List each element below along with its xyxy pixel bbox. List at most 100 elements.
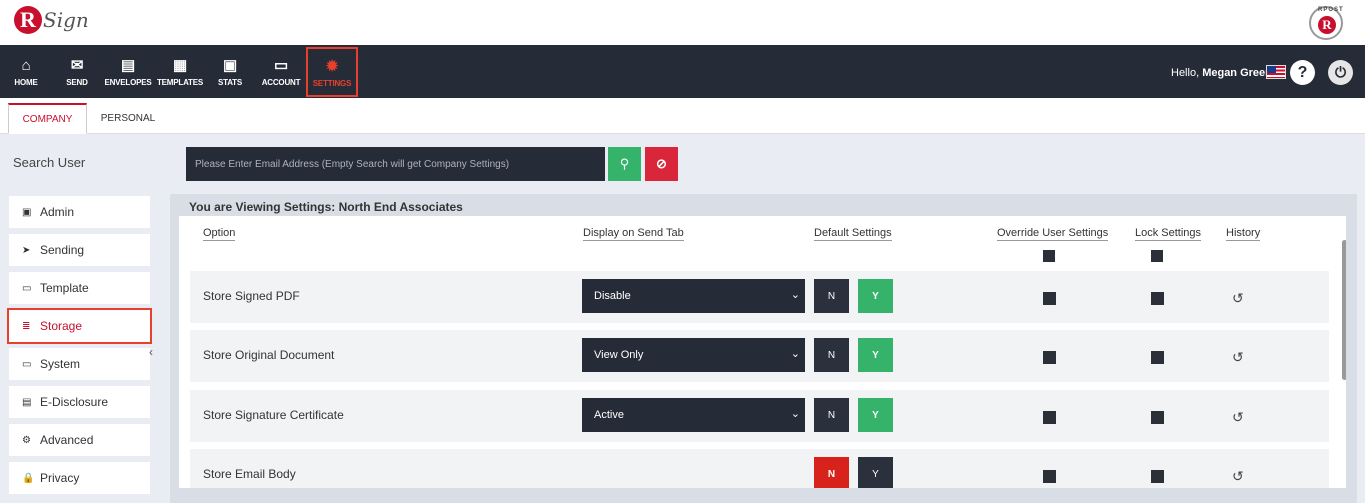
chevron-left-icon[interactable]: ‹ [149,345,153,359]
tab-personal[interactable]: PERSONAL [88,103,168,134]
override-checkbox[interactable] [1043,411,1056,424]
select-value: Active [594,409,624,421]
display-select[interactable]: Disable ⌄ [582,279,805,313]
default-y-button[interactable]: Y [858,398,893,432]
chevron-down-icon: ⌄ [790,348,800,360]
document-icon: ▤ [22,396,32,408]
logout-button[interactable]: ⏻ [1328,60,1353,85]
override-checkbox[interactable] [1043,292,1056,305]
nav-templates-label: TEMPLATES [156,78,204,87]
row-label: Store Email Body [203,467,296,481]
monitor-icon: ▭ [22,358,32,370]
lock-checkbox[interactable] [1151,351,1164,364]
override-checkbox[interactable] [1043,470,1056,483]
nav-settings-label: SETTINGS [312,78,352,88]
nav-send[interactable]: ✉ SEND [63,45,91,98]
display-select[interactable]: View Only ⌄ [582,338,805,372]
header-option: Option [203,227,236,241]
templates-icon: ▦ [173,57,187,74]
lock-checkbox[interactable] [1151,470,1164,483]
gear-icon: ✹ [325,57,339,75]
nav-settings[interactable]: ✹ SETTINGS [306,47,358,97]
panel-title: You are Viewing Settings: North End Asso… [189,200,463,214]
nav-send-label: SEND [66,78,88,87]
ban-icon: ⊘ [656,156,667,171]
rsign-logo[interactable]: R Sign [14,6,89,34]
table-scrollbar[interactable] [1342,240,1346,380]
nav-templates[interactable]: ▦ TEMPLATES [156,45,204,98]
sidebar-item-label: Privacy [40,471,80,485]
sidebar-item-admin[interactable]: ▣ Admin [9,196,150,228]
settings-panel: You are Viewing Settings: North End Asso… [170,194,1357,503]
default-n-button[interactable]: N [814,398,849,432]
lock-icon: 🔒 [22,472,35,484]
sidebar-item-storage[interactable]: ≣ Storage [7,308,152,344]
window-icon: ▭ [22,282,32,294]
settings-tabs: COMPANY PERSONAL [0,98,1365,134]
lock-checkbox[interactable] [1151,292,1164,305]
chevron-down-icon: ⌄ [790,408,800,420]
sidebar-item-advanced[interactable]: ⚙ Advanced [9,424,150,456]
sidebar-item-label: Sending [40,243,85,257]
table-row: Store Signed PDF Disable ⌄ N Y ↺ [190,271,1329,323]
select-value: View Only [594,349,644,361]
default-y-button[interactable]: Y [858,338,893,372]
lock-checkbox[interactable] [1151,411,1164,424]
sidebar-item-label: E-Disclosure [40,395,109,409]
nav-stats[interactable]: ▣ STATS [214,45,246,98]
sidebar-item-template[interactable]: ▭ Template [9,272,150,304]
select-value: Disable [594,290,631,302]
search-user-label: Search User [13,155,86,170]
default-n-button[interactable]: N [814,338,849,372]
override-all-checkbox[interactable] [1043,250,1055,262]
rpost-badge: RPOST R [1309,6,1343,40]
envelope-icon: ✉ [70,57,84,74]
home-icon: ⌂ [21,57,31,74]
table-row: Store Signature Certificate Active ⌄ N Y… [190,390,1329,442]
sidebar-item-system[interactable]: ▭ System [9,348,150,380]
nav-envelopes-label: ENVELOPES [104,78,152,87]
nav-account-label: ACCOUNT [261,78,301,87]
user-greeting: Hello, Megan Greene [1171,67,1278,79]
nav-home-label: HOME [14,78,38,87]
sidebar-item-e-disclosure[interactable]: ▤ E-Disclosure [9,386,150,418]
search-icon: ⚲ [619,156,630,171]
logo-mark: R [14,6,42,34]
chevron-down-icon: ⌄ [790,289,800,301]
nav-stats-label: STATS [217,78,243,87]
default-n-button[interactable]: N [814,279,849,313]
lock-all-checkbox[interactable] [1151,250,1163,262]
history-icon[interactable]: ↺ [1232,349,1244,366]
table-row: Store Original Document View Only ⌄ N Y … [190,330,1329,382]
account-icon: ▭ [274,57,288,74]
database-icon: ≣ [22,320,31,332]
search-email-input[interactable]: Please Enter Email Address (Empty Search… [186,147,605,181]
rpost-badge-text: RPOST [1318,7,1344,13]
header-lock: Lock Settings [1135,227,1202,241]
help-button[interactable]: ? [1290,60,1315,85]
row-label: Store Original Document [203,348,335,362]
sidebar-item-sending[interactable]: ➤ Sending [9,234,150,266]
override-checkbox[interactable] [1043,351,1056,364]
display-select[interactable]: Active ⌄ [582,398,805,432]
search-button[interactable]: ⚲ [608,147,641,181]
nav-home[interactable]: ⌂ HOME [10,45,42,98]
row-label: Store Signature Certificate [203,408,344,422]
sidebar-item-label: Advanced [40,433,94,447]
uk-flag-icon[interactable] [1266,65,1286,79]
nav-account[interactable]: ▭ ACCOUNT [259,45,303,98]
sidebar-item-label: Admin [40,205,75,219]
clear-search-button[interactable]: ⊘ [645,147,678,181]
main-navbar: ⌂ HOME ✉ SEND ▤ ENVELOPES ▦ TEMPLATES ▣ … [0,45,1365,98]
sidebar-item-privacy[interactable]: 🔒 Privacy [9,462,150,494]
default-n-button[interactable]: N [814,457,849,488]
history-icon[interactable]: ↺ [1232,290,1244,307]
nav-envelopes[interactable]: ▤ ENVELOPES [104,45,152,98]
header-history: History [1226,227,1261,241]
history-icon[interactable]: ↺ [1232,409,1244,426]
tab-company[interactable]: COMPANY [8,103,87,134]
briefcase-icon: ▣ [223,57,237,74]
history-icon[interactable]: ↺ [1232,468,1244,485]
default-y-button[interactable]: Y [858,457,893,488]
default-y-button[interactable]: Y [858,279,893,313]
